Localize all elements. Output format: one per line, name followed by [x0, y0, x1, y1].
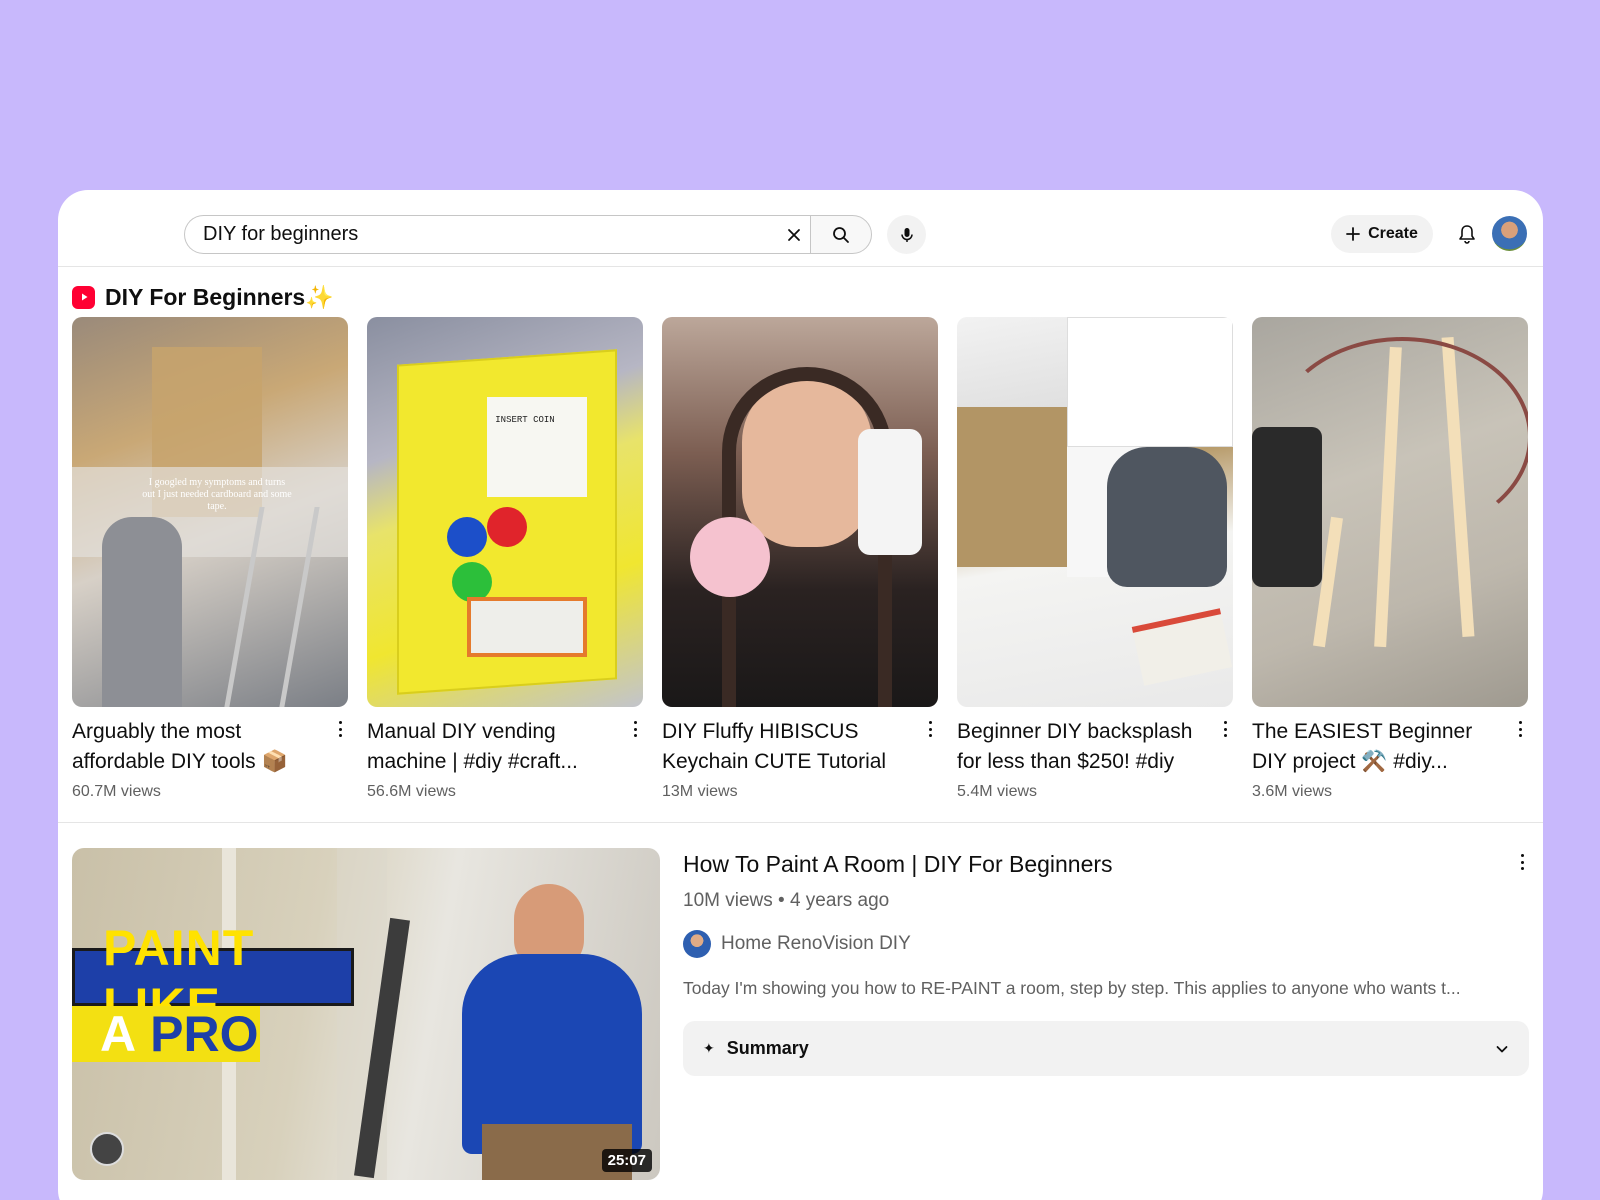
short-card[interactable]: INSERT COIN Manual DIY vending machine |…	[367, 317, 643, 801]
shorts-section-header: DIY For Beginners✨	[72, 282, 334, 312]
short-thumbnail[interactable]	[957, 317, 1233, 707]
voice-search-button[interactable]	[887, 215, 926, 254]
short-card[interactable]: Beginner DIY backsplash for less than $2…	[957, 317, 1233, 801]
short-title[interactable]: DIY Fluffy HIBISCUS Keychain CUTE Tutori…	[662, 717, 912, 777]
thumbnail-person	[462, 884, 642, 1180]
short-overlay-text: INSERT COIN	[495, 415, 555, 425]
channel-name[interactable]: Home RenoVision DIY	[721, 933, 911, 955]
video-info: How To Paint A Room | DIY For Beginners …	[683, 848, 1529, 1076]
short-card[interactable]: I googled my symptoms and turns out I ju…	[72, 317, 348, 801]
shorts-icon	[72, 285, 95, 309]
short-views: 13M views	[662, 783, 738, 800]
short-thumbnail[interactable]: INSERT COIN	[367, 317, 643, 707]
search-input[interactable]: DIY for beginners	[203, 223, 774, 246]
thumbnail-text-line-2: A PRO	[72, 1006, 260, 1062]
channel-avatar[interactable]	[683, 930, 711, 958]
bell-icon	[1459, 225, 1475, 244]
account-avatar[interactable]	[1492, 216, 1527, 251]
mic-icon	[900, 227, 913, 242]
create-label: Create	[1368, 225, 1418, 242]
short-title[interactable]: Beginner DIY backsplash for less than $2…	[957, 717, 1207, 777]
video-title[interactable]: How To Paint A Room | DIY For Beginners	[683, 848, 1528, 880]
chevron-down-icon	[1496, 1045, 1508, 1052]
thumbnail-text-line-1: PAINT LIKE	[72, 920, 354, 1034]
search-button[interactable]	[810, 215, 872, 254]
channel-row[interactable]: Home RenoVision DIY	[683, 930, 1528, 958]
more-vert-icon[interactable]	[629, 719, 641, 739]
short-thumbnail[interactable]	[1252, 317, 1528, 707]
shorts-section-title: DIY For Beginners✨	[105, 283, 334, 310]
video-duration: 25:07	[601, 1149, 652, 1172]
short-views: 5.4M views	[957, 783, 1038, 800]
close-icon	[788, 228, 800, 241]
summary-expander[interactable]: ✦ Summary	[683, 1021, 1529, 1076]
short-views: 3.6M views	[1252, 783, 1333, 800]
more-vert-icon[interactable]	[1514, 719, 1526, 739]
video-thumbnail[interactable]: PAINT LIKE APRO 25:07	[72, 848, 660, 1180]
plus-icon	[1346, 227, 1360, 241]
short-title[interactable]: The EASIEST Beginner DIY project ⚒️ #diy…	[1252, 717, 1502, 777]
short-title[interactable]: Manual DIY vending machine | #diy #craft…	[367, 717, 617, 777]
summary-label: Summary	[726, 1038, 809, 1058]
search-icon	[833, 226, 849, 243]
more-vert-icon[interactable]	[1516, 852, 1528, 872]
shorts-shelf: I googled my symptoms and turns out I ju…	[72, 317, 1528, 801]
short-card[interactable]: The EASIEST Beginner DIY project ⚒️ #diy…	[1252, 317, 1528, 801]
section-divider	[58, 822, 1543, 823]
short-thumbnail[interactable]	[662, 317, 938, 707]
short-views: 60.7M views	[72, 783, 161, 800]
create-button[interactable]: Create	[1331, 215, 1433, 253]
channel-watermark	[90, 1132, 124, 1166]
short-title[interactable]: Arguably the most affordable DIY tools 📦	[72, 717, 322, 777]
app-window: DIY for beginners Create DIY For Beginne…	[58, 190, 1543, 1200]
clear-search-button[interactable]	[774, 216, 814, 253]
top-bar: DIY for beginners Create	[58, 190, 1543, 267]
video-meta: 10M views • 4 years ago	[683, 890, 890, 911]
video-description: Today I'm showing you how to RE-PAINT a …	[683, 978, 1461, 998]
short-views: 56.6M views	[367, 783, 456, 800]
short-card[interactable]: DIY Fluffy HIBISCUS Keychain CUTE Tutori…	[662, 317, 938, 801]
sparkle-icon: ✦	[703, 1040, 715, 1056]
short-thumbnail[interactable]: I googled my symptoms and turns out I ju…	[72, 317, 348, 707]
more-vert-icon[interactable]	[334, 719, 346, 739]
search-box[interactable]: DIY for beginners	[184, 215, 814, 254]
more-vert-icon[interactable]	[1219, 719, 1231, 739]
more-vert-icon[interactable]	[924, 719, 936, 739]
notifications-button[interactable]	[1450, 217, 1484, 251]
